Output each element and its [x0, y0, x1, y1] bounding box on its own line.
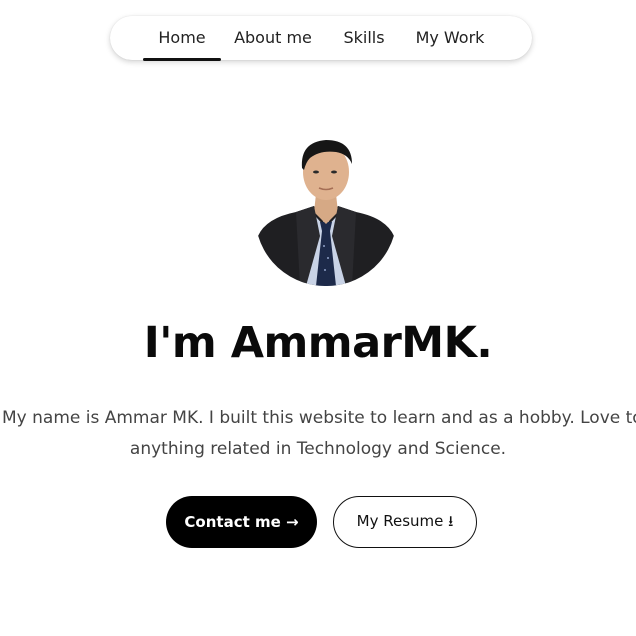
hero-description: My name is Ammar MK. I built this websit… [0, 403, 636, 465]
nav-item-skills[interactable]: Skills [334, 16, 394, 60]
hero-title: I'm AmmarMK. [143, 318, 493, 368]
contact-me-button[interactable]: Contact me → [166, 496, 317, 548]
page: Home About me Skills My Work I'm AmmarMK… [0, 0, 636, 636]
nav-item-about-me[interactable]: About me [230, 16, 316, 60]
nav-item-home[interactable]: Home [146, 16, 218, 60]
top-navigation: Home About me Skills My Work [110, 16, 532, 60]
active-tab-indicator [143, 58, 221, 61]
description-line-2: anything related in Technology and Scien… [129, 439, 507, 459]
profile-avatar [258, 140, 394, 286]
my-resume-button[interactable]: My Resume ⭳ [333, 496, 477, 548]
description-line-1: My name is Ammar MK. I built this websit… [2, 408, 636, 428]
nav-item-my-work[interactable]: My Work [408, 16, 492, 60]
